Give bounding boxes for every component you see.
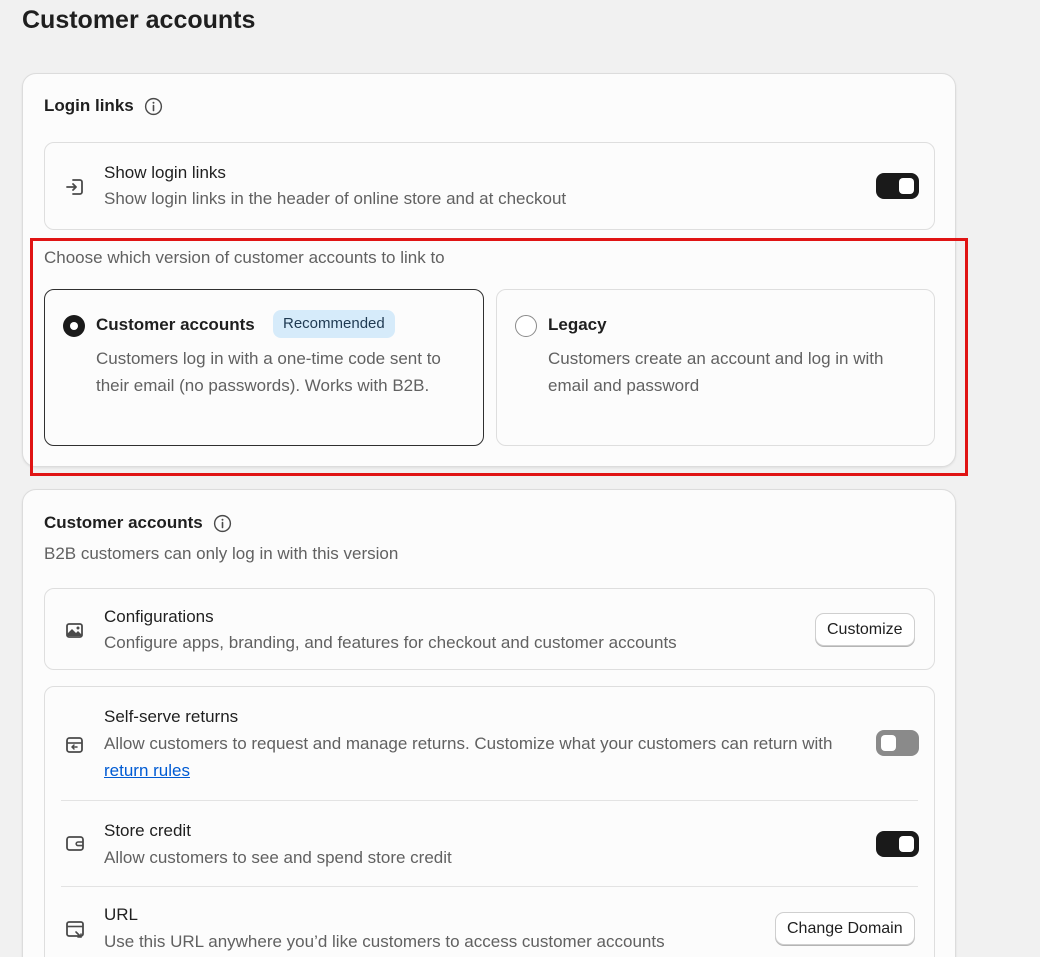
option-title: Customer accounts (96, 315, 255, 334)
self-serve-returns-text: Allow customers to request and manage re… (104, 734, 833, 753)
store-credit-title: Store credit (104, 821, 191, 840)
show-login-links-toggle[interactable] (876, 173, 919, 199)
radio-selected[interactable] (63, 315, 85, 337)
show-login-links-title: Show login links (104, 163, 226, 182)
url-description: Use this URL anywhere you’d like custome… (104, 932, 665, 951)
toggle-knob (899, 836, 914, 852)
login-links-header: Login links (44, 96, 163, 116)
info-icon[interactable] (144, 97, 163, 116)
wallet-icon (66, 836, 84, 851)
customer-accounts-subtitle: B2B customers can only log in with this … (44, 544, 399, 563)
divider (61, 886, 918, 887)
url-title: URL (104, 905, 139, 924)
option-legacy[interactable]: Legacy Customers create an account and l… (496, 289, 935, 446)
returns-icon (66, 737, 83, 753)
sign-in-icon (66, 179, 83, 195)
show-login-links-row: Show login links Show login links in the… (44, 142, 935, 230)
settings-list: Self-serve returns Allow customers to re… (44, 686, 935, 957)
info-icon[interactable] (213, 514, 232, 533)
configurations-row: Configurations Configure apps, branding,… (44, 588, 935, 670)
choose-version-label: Choose which version of customer account… (44, 248, 445, 267)
radio-unselected[interactable] (515, 315, 537, 337)
image-icon (66, 623, 83, 638)
self-serve-returns-title: Self-serve returns (104, 707, 239, 726)
browser-link-icon (66, 921, 84, 938)
option-description: Customers create an account and log in w… (548, 349, 884, 395)
configurations-title: Configurations (104, 607, 214, 626)
customer-accounts-card: Customer accounts B2B customers can only… (22, 489, 956, 957)
divider (61, 800, 918, 801)
return-rules-link[interactable]: return rules (104, 761, 190, 780)
customer-accounts-title: Customer accounts (44, 513, 203, 532)
customize-button[interactable]: Customize (815, 613, 915, 646)
recommended-badge: Recommended (273, 310, 395, 338)
option-customer-accounts[interactable]: Customer accounts Recommended Customers … (44, 289, 484, 446)
store-credit-description: Allow customers to see and spend store c… (104, 848, 452, 867)
self-serve-returns-toggle[interactable] (876, 730, 919, 756)
toggle-knob (899, 178, 914, 194)
login-links-card: Login links Show login links Show login … (22, 73, 956, 467)
toggle-knob (881, 735, 896, 751)
customer-accounts-header: Customer accounts (44, 513, 232, 533)
option-description: Customers log in with a one-time code se… (96, 349, 441, 395)
configurations-description: Configure apps, branding, and features f… (104, 633, 677, 652)
show-login-links-description: Show login links in the header of online… (104, 189, 567, 208)
login-links-title: Login links (44, 96, 134, 115)
store-credit-toggle[interactable] (876, 831, 919, 857)
option-title: Legacy (548, 315, 607, 334)
self-serve-returns-description: Allow customers to request and manage re… (104, 730, 834, 784)
change-domain-button[interactable]: Change Domain (775, 912, 915, 945)
page-title: Customer accounts (22, 6, 256, 34)
